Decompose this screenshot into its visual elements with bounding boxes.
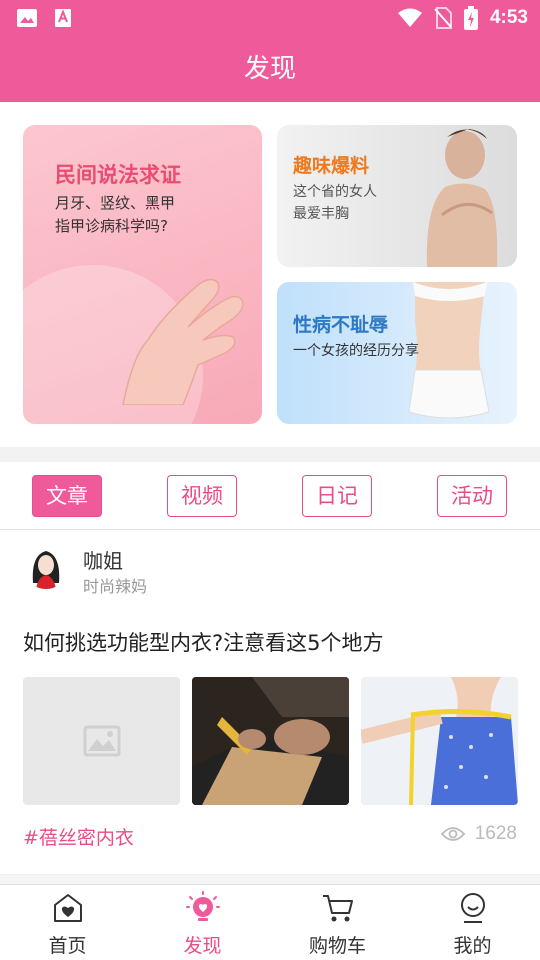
status-bar: 4:53 (0, 0, 540, 36)
nav-home[interactable]: 首页 (0, 885, 135, 960)
content-tabs: 文章 视频 日记 活动 (0, 462, 540, 530)
status-right-icons: 4:53 (397, 6, 528, 30)
banner-subtitle-line: 月牙、竖纹、黑甲 (55, 194, 176, 212)
tailoring-photo (192, 677, 349, 805)
hand-illustration (122, 278, 244, 405)
eye-icon (440, 827, 465, 841)
article-image-placeholder[interactable] (23, 677, 180, 805)
banner-subtitle-line: 指甲诊病科学吗? (55, 217, 168, 235)
bottom-navigation: 首页 发现 购物车 我的 (0, 884, 540, 960)
cart-icon (322, 895, 353, 922)
tab-diaries[interactable]: 日记 (302, 475, 372, 517)
author-tag: 时尚辣妈 (83, 577, 148, 596)
banner-std-story[interactable]: 性病不耻辱 一个女孩的经历分享 (277, 282, 517, 424)
wifi-icon (397, 8, 422, 27)
view-count: 1628 (440, 823, 517, 845)
banner-title: 趣味爆料 (293, 155, 370, 177)
avatar-illustration (23, 543, 69, 589)
woman-photo (426, 129, 498, 267)
section-divider (0, 447, 540, 462)
measuring-photo (361, 677, 518, 805)
tab-videos[interactable]: 视频 (167, 475, 237, 517)
article-image-measuring[interactable] (361, 677, 518, 805)
avatar[interactable] (23, 543, 69, 589)
nav-discover[interactable]: 发现 (135, 885, 270, 960)
nav-label: 首页 (48, 935, 87, 957)
author-name[interactable]: 咖姐 (83, 545, 123, 574)
image-placeholder-icon (83, 725, 121, 757)
nav-profile[interactable]: 我的 (405, 885, 540, 960)
article-image-tailoring[interactable] (192, 677, 349, 805)
banner-title: 民间说法求证 (55, 163, 181, 187)
page-title: 发现 (243, 54, 296, 84)
app-icon (55, 9, 71, 27)
status-left-icons (16, 8, 74, 28)
article-card[interactable]: 咖姐 时尚辣妈 如何挑选功能型内衣?注意看这5个地方 #蓓丝密内衣 1628 (0, 531, 540, 875)
banner-subtitle-line: 最爱丰胸 (293, 206, 349, 222)
view-count-value: 1628 (474, 823, 517, 844)
banner-subtitle-line: 这个省的女人 (293, 184, 377, 200)
tab-events[interactable]: 活动 (437, 475, 507, 517)
no-sim-icon (434, 7, 452, 29)
banner-subtitle: 这个省的女人 最爱丰胸 (293, 181, 377, 225)
status-time: 4:53 (489, 7, 528, 28)
article-hashtag[interactable]: #蓓丝密内衣 (23, 823, 134, 850)
banner-nail-health[interactable]: 民间说法求证 月牙、竖纹、黑甲 指甲诊病科学吗? (23, 125, 262, 424)
banner-subtitle: 一个女孩的经历分享 (293, 343, 419, 359)
nav-cart[interactable]: 购物车 (270, 885, 405, 960)
nav-label: 发现 (183, 935, 222, 957)
nav-label: 购物车 (308, 935, 366, 957)
tab-articles[interactable]: 文章 (32, 475, 102, 517)
banner-title: 性病不耻辱 (293, 314, 389, 336)
section-divider (0, 874, 540, 884)
image-icon (17, 9, 37, 27)
article-title[interactable]: 如何挑选功能型内衣?注意看这5个地方 (23, 627, 384, 657)
app-header: 发现 (0, 36, 540, 102)
home-heart-icon (53, 894, 82, 922)
banner-area: 民间说法求证 月牙、竖纹、黑甲 指甲诊病科学吗? 趣味爆料 这个省的女人 最爱丰… (0, 102, 540, 447)
lightbulb-heart-icon (185, 891, 220, 921)
banner-subtitle: 月牙、竖纹、黑甲 指甲诊病科学吗? (55, 192, 175, 238)
banner-fun-news[interactable]: 趣味爆料 这个省的女人 最爱丰胸 (277, 125, 517, 267)
nav-label: 我的 (453, 935, 492, 957)
profile-icon (460, 893, 485, 923)
battery-charging-icon (463, 6, 478, 30)
